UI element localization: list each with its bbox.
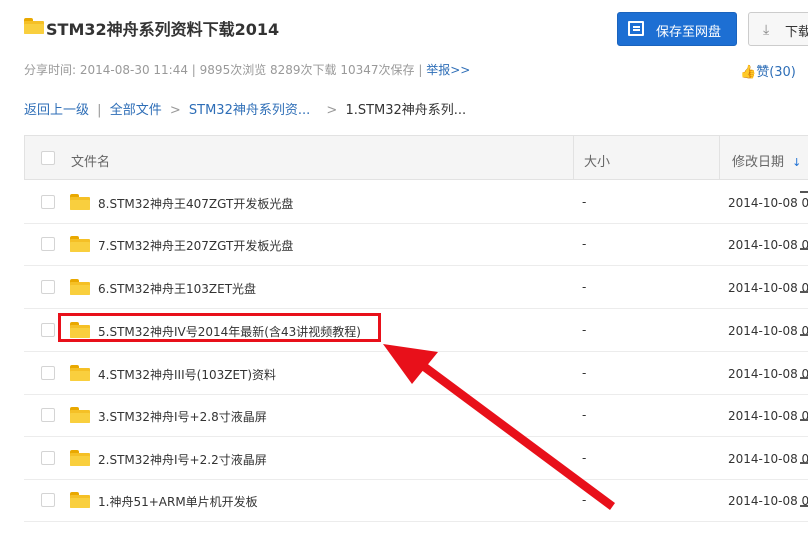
file-name[interactable]: 1.神舟51+ARM单片机开发板	[98, 493, 258, 510]
table-row[interactable]: 6.STM32神舟王103ZET光盘 - 2014-10-08 0	[24, 266, 808, 309]
download-button[interactable]: ⤓ 下载	[748, 12, 808, 46]
row-checkbox[interactable]	[41, 323, 55, 337]
table-row[interactable]: 3.STM32神舟I号+2.8寸液晶屏 - 2014-10-08 0	[24, 394, 808, 437]
breadcrumb-level1[interactable]: STM32神舟系列资...	[189, 103, 310, 118]
file-name[interactable]: 3.STM32神舟I号+2.8寸液晶屏	[98, 408, 267, 425]
page-title: STM32神舟系列资料下载2014	[46, 20, 280, 39]
save-to-disk-button[interactable]: 保存至网盘	[617, 12, 737, 46]
edge-tick	[800, 419, 808, 421]
file-name[interactable]: 2.STM32神舟I号+2.2寸液晶屏	[98, 451, 267, 468]
edge-tick	[800, 248, 808, 250]
file-size: -	[582, 451, 587, 465]
file-size: -	[582, 493, 587, 507]
file-size: -	[582, 408, 587, 422]
file-size: -	[582, 237, 587, 251]
file-name[interactable]: 8.STM32神舟王407ZGT开发板光盘	[98, 195, 293, 212]
folder-icon	[70, 492, 90, 508]
folder-icon	[70, 279, 90, 295]
annotation-highlight-box	[58, 313, 381, 342]
title-folder-icon	[24, 18, 44, 34]
table-row[interactable]: 7.STM32神舟王207ZGT开发板光盘 - 2014-10-08 0	[24, 223, 808, 266]
thumb-up-icon: 👍	[740, 65, 757, 80]
file-name[interactable]: 6.STM32神舟王103ZET光盘	[98, 280, 256, 297]
edge-tick	[800, 291, 808, 293]
column-header-name[interactable]: 文件名	[71, 151, 110, 170]
row-edge-markers	[798, 181, 808, 521]
column-header-modified[interactable]: 修改日期 ↓	[732, 151, 801, 170]
edge-tick	[800, 334, 808, 336]
share-meta: 分享时间: 2014-08-30 11:44 | 9895次浏览 8289次下载…	[24, 61, 470, 78]
column-header-size[interactable]: 大小	[584, 151, 610, 170]
breadcrumb-separator: |	[97, 103, 102, 118]
breadcrumb-chevron: >	[169, 103, 181, 118]
file-size: -	[582, 323, 587, 337]
file-date: 2014-10-08 0	[728, 367, 808, 381]
table-row[interactable]: 1.神舟51+ARM单片机开发板 - 2014-10-08 0	[24, 479, 808, 522]
file-date: 2014-10-08 0	[728, 324, 808, 338]
edge-tick	[800, 191, 808, 193]
column-header-modified-label: 修改日期	[732, 155, 785, 170]
select-all-checkbox[interactable]	[41, 151, 55, 165]
folder-icon	[70, 365, 90, 381]
file-date: 2014-10-08 0	[728, 494, 808, 508]
folder-icon	[70, 407, 90, 423]
column-divider	[719, 136, 720, 180]
breadcrumb-chevron: >	[326, 103, 338, 118]
sort-desc-icon: ↓	[792, 156, 802, 169]
save-icon	[628, 21, 644, 36]
breadcrumb: 返回上一级 | 全部文件 > STM32神舟系列资... > 1.STM32神舟…	[24, 99, 466, 118]
share-meta-text: 分享时间: 2014-08-30 11:44 | 9895次浏览 8289次下载…	[24, 63, 423, 77]
row-checkbox[interactable]	[41, 280, 55, 294]
column-divider	[573, 136, 574, 180]
save-button-label: 保存至网盘	[656, 25, 722, 40]
download-icon: ⤓	[763, 22, 770, 38]
file-size: -	[582, 195, 587, 209]
like-count: 赞(30)	[756, 65, 796, 80]
report-link[interactable]: 举报>>	[426, 63, 470, 77]
row-checkbox[interactable]	[41, 195, 55, 209]
table-row[interactable]: 8.STM32神舟王407ZGT开发板光盘 - 2014-10-08 0	[24, 181, 808, 224]
breadcrumb-back[interactable]: 返回上一级	[24, 103, 89, 118]
folder-icon	[70, 236, 90, 252]
file-name[interactable]: 4.STM32神舟III号(103ZET)资料	[98, 366, 276, 383]
file-date: 2014-10-08 0	[728, 452, 808, 466]
row-checkbox[interactable]	[41, 237, 55, 251]
folder-icon	[70, 450, 90, 466]
file-date: 2014-10-08 0	[728, 409, 808, 423]
table-header: 文件名 大小 修改日期 ↓	[24, 135, 808, 180]
file-name[interactable]: 7.STM32神舟王207ZGT开发板光盘	[98, 237, 293, 254]
table-row[interactable]: 2.STM32神舟I号+2.2寸液晶屏 - 2014-10-08 0	[24, 437, 808, 480]
file-date: 2014-10-08 0	[728, 238, 808, 252]
folder-icon	[70, 194, 90, 210]
row-checkbox[interactable]	[41, 408, 55, 422]
row-checkbox[interactable]	[41, 493, 55, 507]
edge-tick	[800, 462, 808, 464]
file-size: -	[582, 280, 587, 294]
download-button-label: 下载	[785, 25, 808, 40]
table-row[interactable]: 4.STM32神舟III号(103ZET)资料 - 2014-10-08 0	[24, 352, 808, 395]
file-date: 2014-10-08 0	[728, 281, 808, 295]
breadcrumb-current: 1.STM32神舟系列...	[345, 103, 467, 118]
like-button[interactable]: 👍赞(30)	[740, 61, 796, 80]
breadcrumb-all-files[interactable]: 全部文件	[110, 103, 162, 118]
edge-tick	[800, 377, 808, 379]
row-checkbox[interactable]	[41, 366, 55, 380]
edge-tick	[800, 505, 808, 507]
row-checkbox[interactable]	[41, 451, 55, 465]
file-size: -	[582, 366, 587, 380]
file-date: 2014-10-08 0	[728, 196, 808, 210]
